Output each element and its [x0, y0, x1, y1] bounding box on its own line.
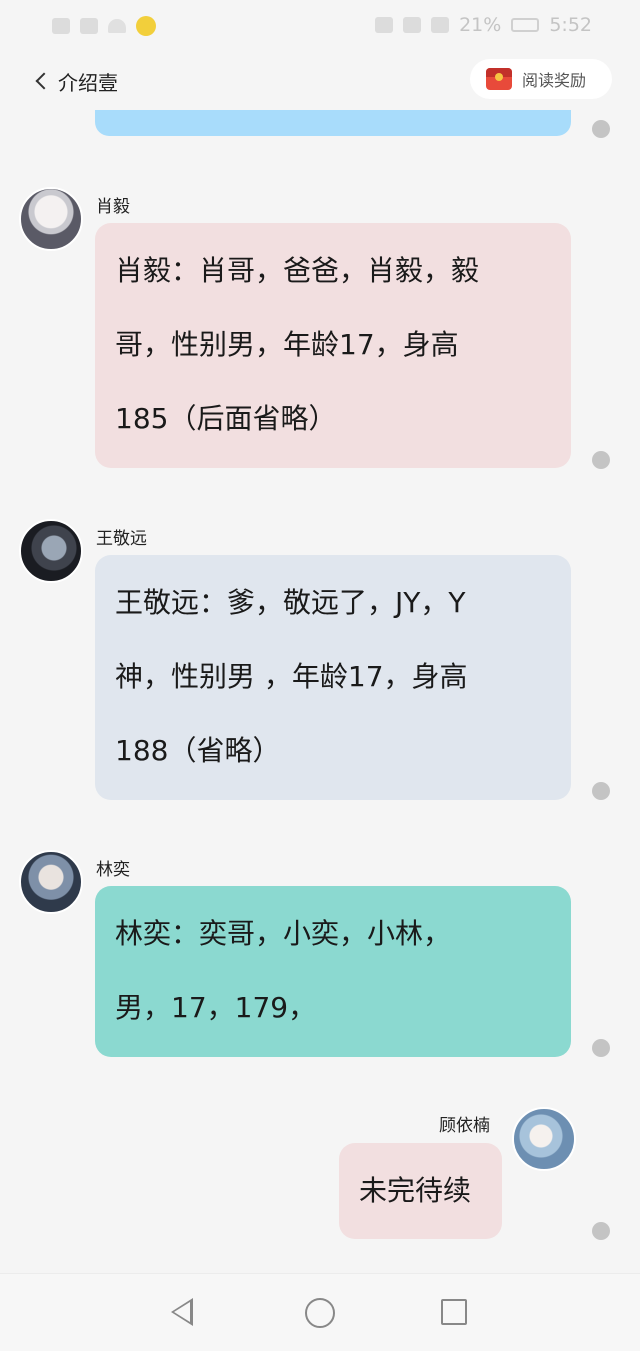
system-nav-bar	[0, 1273, 640, 1351]
status-right: 21% 5:52	[375, 14, 592, 36]
battery-icon	[511, 18, 540, 32]
avatar[interactable]	[19, 519, 83, 583]
sender-name: 林奕	[96, 860, 130, 880]
message-text-line: 神，性别男 ，年龄17，身高	[115, 660, 468, 693]
mute-icon	[431, 17, 450, 33]
avatar[interactable]	[19, 850, 83, 914]
message-bubble[interactable]: 王敬远：爹，敬远了，JY，Y 神，性别男 ，年龄17，身高 188（省略）	[95, 555, 571, 800]
message-bubble[interactable]: 未完待续	[339, 1143, 502, 1239]
page-title: 介绍壹	[58, 70, 118, 95]
notification-app-icon	[136, 16, 156, 36]
previous-message-bubble	[95, 110, 571, 136]
nav-back-icon[interactable]	[171, 1298, 193, 1326]
message-status-dot	[592, 782, 610, 800]
message-text-line: 188（省略）	[115, 734, 281, 767]
sender-name: 王敬远	[96, 529, 147, 549]
chat-area[interactable]: 肖毅 肖毅：肖哥，爸爸，肖毅，毅 哥，性别男，年龄17，身高 185（后面省略）…	[0, 110, 640, 1273]
sender-name: 肖毅	[96, 197, 130, 217]
chevron-left-icon	[35, 72, 53, 90]
status-bar: 21% 5:52	[0, 0, 640, 52]
avatar[interactable]	[512, 1107, 576, 1171]
message-status-dot	[592, 1039, 610, 1057]
message-status-dot	[592, 451, 610, 469]
top-bar: 介绍壹 阅读奖励	[0, 52, 640, 110]
reading-reward-label: 阅读奖励	[522, 71, 587, 90]
wifi-icon	[108, 19, 126, 33]
nav-recents-icon[interactable]	[441, 1299, 467, 1325]
message-text-line: 185（后面省略）	[115, 402, 337, 435]
battery-percent: 21%	[459, 14, 502, 36]
bluetooth-icon	[403, 17, 422, 33]
avatar[interactable]	[19, 187, 83, 251]
message-text-line: 林奕：奕哥，小奕，小林，	[115, 917, 452, 950]
status-left	[52, 16, 156, 36]
reading-reward-button[interactable]: 阅读奖励	[470, 59, 612, 99]
clock: 5:52	[549, 14, 592, 36]
message-text-line: 未完待续	[359, 1174, 472, 1207]
sim-icon	[52, 18, 70, 34]
message-text-line: 王敬远：爹，敬远了，JY，Y	[115, 586, 466, 619]
message-status-dot	[592, 1222, 610, 1240]
message-status-dot	[592, 120, 610, 138]
message-text-line: 哥，性别男，年龄17，身高	[115, 328, 459, 361]
nav-home-icon[interactable]	[305, 1298, 335, 1328]
red-envelope-icon	[486, 68, 512, 90]
sender-name: 顾依楠	[439, 1116, 490, 1136]
app-screen: 21% 5:52 介绍壹 阅读奖励 肖毅 肖毅：肖哥，爸爸，肖毅，毅 哥，性别男…	[0, 0, 640, 1351]
message-text-line: 男，17，179，	[115, 991, 317, 1024]
message-bubble[interactable]: 林奕：奕哥，小奕，小林， 男，17，179，	[95, 886, 571, 1057]
message-bubble[interactable]: 肖毅：肖哥，爸爸，肖毅，毅 哥，性别男，年龄17，身高 185（后面省略）	[95, 223, 571, 468]
back-button[interactable]: 介绍壹	[30, 66, 118, 96]
message-text-line: 肖毅：肖哥，爸爸，肖毅，毅	[115, 254, 480, 287]
eye-comfort-icon	[375, 17, 394, 33]
signal-icon	[80, 18, 98, 34]
